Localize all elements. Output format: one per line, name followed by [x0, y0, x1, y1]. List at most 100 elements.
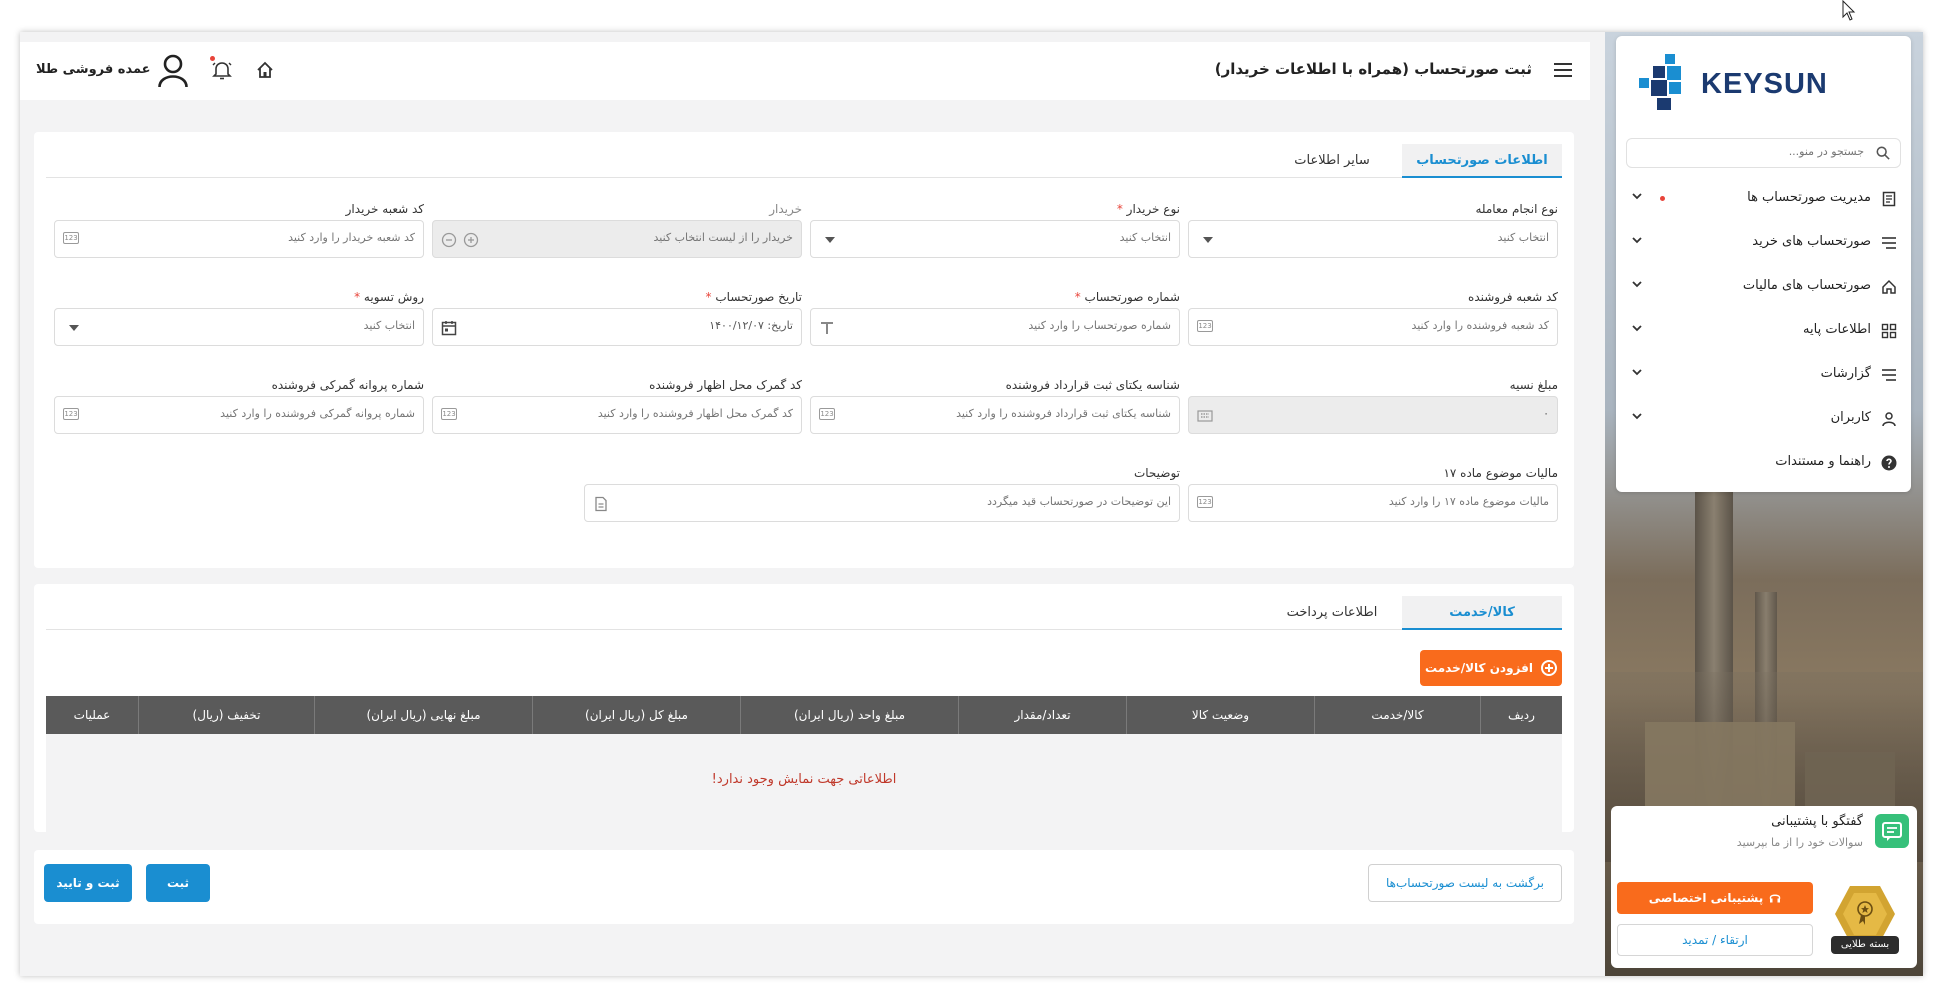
- save-confirm-button[interactable]: ثبت و تایید: [44, 864, 132, 902]
- customs-code-input[interactable]: 123: [432, 396, 802, 434]
- grid-icon: [1881, 323, 1897, 339]
- add-circle-icon[interactable]: [463, 232, 479, 248]
- avatar-icon[interactable]: [158, 54, 188, 88]
- contract-id-input[interactable]: 123: [810, 396, 1180, 434]
- transaction-type-select[interactable]: [1188, 220, 1558, 258]
- home-icon[interactable]: [256, 61, 274, 79]
- items-panel: کالا/خدمت اطلاعات پرداخت افزودن کالا/خدم…: [34, 584, 1574, 832]
- numeric-icon: 123: [63, 232, 79, 244]
- sidebar-item-purchase-invoices[interactable]: صورتحساب های خرید: [1616, 220, 1911, 264]
- save-button[interactable]: ثبت: [146, 864, 210, 902]
- back-to-list-button[interactable]: برگشت به لیست صورتحساب‌ها: [1368, 864, 1562, 902]
- column-header[interactable]: مبلغ کل (ریال ایران): [532, 696, 740, 734]
- column-header[interactable]: تخفیف (ریال): [138, 696, 314, 734]
- sidebar-item-label: کاربران: [1830, 410, 1871, 425]
- menu-search[interactable]: [1626, 138, 1901, 168]
- chevron-down-icon[interactable]: [1630, 409, 1644, 423]
- chevron-down-icon[interactable]: [1630, 189, 1644, 203]
- dedicated-support-button[interactable]: پشتیبانی اختصاصی: [1617, 882, 1813, 914]
- caret-down-icon[interactable]: [1197, 232, 1213, 248]
- tab-other-info[interactable]: سایر اطلاعات: [1262, 144, 1402, 178]
- chevron-down-icon[interactable]: [1630, 233, 1644, 247]
- buyer-branch-input[interactable]: 123: [54, 220, 424, 258]
- invoice-date-value[interactable]: [493, 319, 793, 332]
- gold-package-badge: بسته طلایی: [1825, 884, 1905, 956]
- field-label: روش تسویه *: [354, 290, 424, 304]
- buyer-branch-value[interactable]: [115, 231, 415, 244]
- numeric-icon: 123: [63, 408, 79, 420]
- chevron-down-icon[interactable]: [1630, 277, 1644, 291]
- invoice-form-panel: اطلاعات صورتحساب سایر اطلاعات نوع انجام …: [34, 132, 1574, 568]
- numeric-icon: 123: [819, 408, 835, 420]
- medal-icon: [1857, 901, 1873, 925]
- sidebar-item-invoice-management[interactable]: مدیریت صورتحساب ها: [1616, 176, 1911, 220]
- caret-down-icon[interactable]: [63, 320, 79, 336]
- calendar-icon[interactable]: [441, 320, 457, 336]
- field-label: شماره پروانه گمرکی فروشنده: [271, 378, 424, 392]
- field-label: نوع انجام معامله: [1475, 202, 1558, 216]
- sidebar-item-tax-invoices[interactable]: صورتحساب های مالیات: [1616, 264, 1911, 308]
- tax-article-17-input[interactable]: 123: [1188, 484, 1558, 522]
- alarm-bell-icon[interactable]: [212, 60, 232, 80]
- field-label: مبلغ نسیه: [1509, 378, 1558, 392]
- column-header[interactable]: عملیات: [46, 696, 138, 734]
- buyer-type-value[interactable]: [871, 231, 1171, 244]
- sidebar-item-users[interactable]: کاربران: [1616, 396, 1911, 440]
- document-icon: [595, 496, 607, 512]
- upgrade-renew-button[interactable]: ارتقاء / تمدید: [1617, 924, 1813, 956]
- chat-subtitle: سوالات خود را از ما بپرسید: [1736, 836, 1863, 849]
- buyer-value[interactable]: [493, 231, 793, 244]
- chevron-down-icon[interactable]: [1630, 365, 1644, 379]
- sidebar-item-reports[interactable]: گزارشات: [1616, 352, 1911, 396]
- package-card: بسته طلایی پشتیبانی اختصاصی ارتقاء / تمد…: [1611, 872, 1917, 968]
- column-header[interactable]: کالا/خدمت: [1314, 696, 1480, 734]
- field-label: خریدار: [769, 202, 802, 216]
- customs-license-value[interactable]: [115, 407, 415, 420]
- customs-code-value[interactable]: [493, 407, 793, 420]
- contract-id-value[interactable]: [871, 407, 1171, 420]
- buyer-select[interactable]: [432, 220, 802, 258]
- tab-invoice-info[interactable]: اطلاعات صورتحساب: [1402, 144, 1562, 178]
- field-label: شناسه یکتای ثبت قرارداد فروشنده: [1005, 378, 1180, 392]
- settlement-method-select[interactable]: [54, 308, 424, 346]
- menu-toggle-icon[interactable]: [1554, 63, 1572, 77]
- field-label: کد گمرک محل اظهار فروشنده: [649, 378, 802, 392]
- seller-branch-value[interactable]: [1249, 319, 1549, 332]
- menu-search-input[interactable]: [1664, 145, 1864, 158]
- column-header[interactable]: مبلغ واحد (ریال ایران): [740, 696, 958, 734]
- chevron-down-icon[interactable]: [1630, 321, 1644, 335]
- sidebar-item-base-info[interactable]: اطلاعات پایه: [1616, 308, 1911, 352]
- invoice-number-value[interactable]: [871, 319, 1171, 332]
- field-label: نوع خریدار *: [1116, 202, 1180, 216]
- column-header[interactable]: مبلغ نهایی (ریال ایران): [314, 696, 532, 734]
- tax-article-17-value[interactable]: [1249, 495, 1549, 508]
- column-header[interactable]: وضعیت کالا: [1126, 696, 1314, 734]
- dedicated-support-label: پشتیبانی اختصاصی: [1648, 891, 1764, 905]
- column-header[interactable]: ردیف: [1480, 696, 1562, 734]
- tab-payment-info[interactable]: اطلاعات پرداخت: [1262, 596, 1402, 630]
- description-input[interactable]: [584, 484, 1180, 522]
- invoice-number-input[interactable]: [810, 308, 1180, 346]
- customs-license-input[interactable]: 123: [54, 396, 424, 434]
- brand-logo[interactable]: KEYSUN: [1639, 54, 1839, 114]
- credit-amount-input[interactable]: [1188, 396, 1558, 434]
- column-header[interactable]: تعداد/مقدار: [958, 696, 1126, 734]
- add-item-label: افزودن کالا/خدمت: [1425, 661, 1533, 675]
- seller-branch-input[interactable]: 123: [1188, 308, 1558, 346]
- numeric-icon: 123: [441, 408, 457, 420]
- remove-circle-icon[interactable]: [441, 232, 457, 248]
- tab-goods-services[interactable]: کالا/خدمت: [1402, 596, 1562, 630]
- buyer-type-select[interactable]: [810, 220, 1180, 258]
- field-label: توضیحات: [1133, 466, 1180, 480]
- user-name[interactable]: عمده فروشی طلا: [36, 62, 151, 77]
- caret-down-icon[interactable]: [819, 232, 835, 248]
- invoice-date-input[interactable]: [432, 308, 802, 346]
- items-table: ردیف کالا/خدمت وضعیت کالا تعداد/مقدار مب…: [46, 696, 1562, 832]
- sidebar-nav: مدیریت صورتحساب ها صورتحساب های خرید صور…: [1616, 176, 1911, 484]
- add-item-button[interactable]: افزودن کالا/خدمت: [1420, 650, 1562, 686]
- credit-amount-value[interactable]: [1249, 407, 1549, 420]
- description-value[interactable]: [631, 495, 1171, 508]
- sidebar-item-help[interactable]: راهنما و مستندات: [1616, 440, 1911, 484]
- settlement-method-value[interactable]: [115, 319, 415, 332]
- transaction-type-value[interactable]: [1249, 231, 1549, 244]
